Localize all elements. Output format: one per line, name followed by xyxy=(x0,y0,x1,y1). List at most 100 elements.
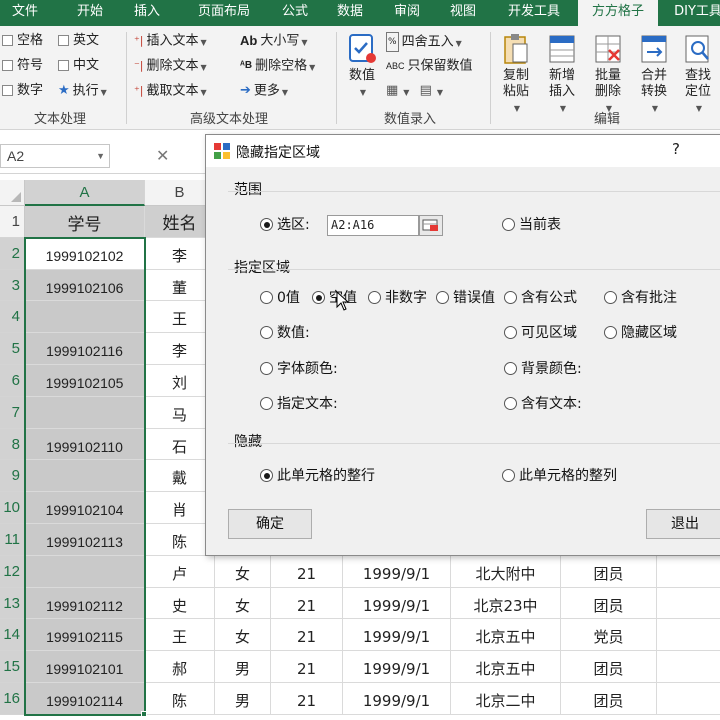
tab-fangfang[interactable]: 方方格子 xyxy=(578,0,658,26)
table-cell[interactable] xyxy=(657,683,720,715)
table-cell[interactable]: 北京五中 xyxy=(451,651,561,683)
option-symbol[interactable]: 符号 xyxy=(2,57,43,75)
radio-area-option[interactable]: 背景颜色: xyxy=(504,360,582,378)
radio-whole-row[interactable]: 此单元格的整行 xyxy=(260,467,375,485)
radio-area-option[interactable]: 数值: xyxy=(260,324,310,342)
row-header[interactable]: 7 xyxy=(0,396,25,429)
keep-value-button[interactable]: ABC 只保留数值 xyxy=(386,57,473,76)
table-cell[interactable]: 郝 xyxy=(145,651,215,683)
table-cell[interactable]: 1999102110 xyxy=(25,428,145,461)
radio-selection[interactable]: 选区: xyxy=(260,216,310,234)
table-cell[interactable]: 1999102105 xyxy=(25,365,145,397)
row-header[interactable]: 11 xyxy=(0,524,25,556)
numeric-tools-dropdown[interactable]: ▦ ▼ ▤ ▼ xyxy=(386,82,443,102)
table-cell[interactable]: 1999102114 xyxy=(25,683,145,715)
row-header[interactable]: 16 xyxy=(0,683,25,715)
chevron-down-icon[interactable]: ▼ xyxy=(96,145,105,167)
table-cell[interactable] xyxy=(657,556,720,588)
radio-area-option[interactable]: 指定文本: xyxy=(260,395,338,413)
table-cell[interactable]: 1999/9/1 xyxy=(343,619,451,652)
table-cell[interactable]: 团员 xyxy=(561,555,657,588)
row-header[interactable]: 13 xyxy=(0,587,25,620)
exit-button[interactable]: 退出 xyxy=(646,509,720,539)
row-header[interactable]: 5 xyxy=(0,333,25,365)
table-cell[interactable]: 女 xyxy=(215,555,271,588)
tab-home[interactable]: 开始 xyxy=(62,0,118,26)
table-cell[interactable]: 团员 xyxy=(561,587,657,620)
radio-area-option[interactable]: 空值 xyxy=(312,289,357,307)
table-cell[interactable]: 男 xyxy=(215,683,271,715)
radio-area-option[interactable]: 错误值 xyxy=(436,289,495,307)
tab-formulas[interactable]: 公式 xyxy=(270,0,320,26)
help-button[interactable]: ? xyxy=(672,140,680,158)
table-cell[interactable]: 团员 xyxy=(561,651,657,683)
dialog-title-bar[interactable]: 隐藏指定区域 ? xyxy=(206,135,720,167)
more-button[interactable]: ➔ 更多 ▼ xyxy=(240,82,288,102)
option-number[interactable]: 数字 xyxy=(2,82,43,100)
table-cell[interactable]: 1999102115 xyxy=(25,619,145,652)
tab-developer[interactable]: 开发工具 xyxy=(500,0,568,26)
table-cell[interactable]: 1999/9/1 xyxy=(343,555,451,588)
radio-area-option[interactable]: 可见区域 xyxy=(504,324,577,342)
round-button[interactable]: % 四舍五入 ▼ xyxy=(386,32,462,53)
copy-paste-button[interactable]: 复制粘贴▼ xyxy=(494,32,538,117)
table-cell[interactable]: 北京五中 xyxy=(451,619,561,652)
table-cell[interactable] xyxy=(25,460,145,493)
table-cell[interactable]: 1999102106 xyxy=(25,269,145,302)
merge-convert-button[interactable]: 合并转换▼ xyxy=(632,32,676,117)
option-chinese[interactable]: 中文 xyxy=(58,57,99,75)
table-cell[interactable]: 陈 xyxy=(145,683,215,715)
range-picker-button[interactable] xyxy=(419,215,443,236)
row-header[interactable]: 9 xyxy=(0,460,25,493)
tab-review[interactable]: 审阅 xyxy=(382,0,432,26)
table-cell[interactable]: 卢 xyxy=(145,555,215,588)
cancel-formula-icon[interactable]: ✕ xyxy=(156,146,169,165)
table-cell[interactable] xyxy=(657,651,720,683)
table-cell[interactable]: 王 xyxy=(145,619,215,652)
row-header[interactable]: 10 xyxy=(0,492,25,524)
table-cell[interactable]: 团员 xyxy=(561,683,657,715)
case-button[interactable]: Ab 大小写 ▼ xyxy=(240,32,308,52)
tab-diy-tools[interactable]: DIY工具 xyxy=(668,0,720,26)
tab-page-layout[interactable]: 页面布局 xyxy=(184,0,264,26)
radio-area-option[interactable]: 字体颜色: xyxy=(260,360,338,378)
tab-insert[interactable]: 插入 xyxy=(122,0,172,26)
table-cell[interactable]: 党员 xyxy=(561,619,657,652)
radio-whole-column[interactable]: 此单元格的整列 xyxy=(502,467,617,485)
radio-area-option[interactable]: 含有公式 xyxy=(504,289,577,307)
delete-text-button[interactable]: ⁻| 删除文本 ▼ xyxy=(134,57,207,77)
tab-file[interactable]: 文件 xyxy=(0,0,50,26)
remove-spaces-button[interactable]: ᴬB 删除空格 ▼ xyxy=(240,57,315,77)
fill-handle[interactable] xyxy=(141,710,147,717)
table-cell[interactable]: 21 xyxy=(271,587,343,620)
batch-delete-button[interactable]: 批量删除▼ xyxy=(586,32,630,117)
radio-area-option[interactable]: 含有批注 xyxy=(604,289,677,307)
table-cell[interactable]: 北京二中 xyxy=(451,683,561,715)
table-cell[interactable]: 女 xyxy=(215,619,271,652)
column-header-a[interactable]: A xyxy=(25,180,145,206)
radio-current-sheet[interactable]: 当前表 xyxy=(502,216,561,234)
insert-text-button[interactable]: ⁺| 插入文本 ▼ xyxy=(134,32,207,52)
header-cell[interactable]: 学号 xyxy=(25,206,145,238)
tab-data[interactable]: 数据 xyxy=(325,0,375,26)
table-cell[interactable]: 21 xyxy=(271,619,343,652)
option-english[interactable]: 英文 xyxy=(58,32,99,50)
row-header[interactable]: 6 xyxy=(0,365,25,397)
row-header[interactable]: 14 xyxy=(0,619,25,652)
execute-button[interactable]: ★ 执行 ▼ xyxy=(58,82,107,102)
table-cell[interactable]: 21 xyxy=(271,651,343,683)
table-cell[interactable]: 1999102104 xyxy=(25,492,145,524)
row-header[interactable]: 1 xyxy=(0,206,25,238)
table-cell[interactable]: 1999/9/1 xyxy=(343,651,451,683)
table-cell[interactable]: 史 xyxy=(145,587,215,620)
radio-area-option[interactable]: 0值 xyxy=(260,289,300,307)
table-cell[interactable]: 北大附中 xyxy=(451,555,561,588)
tab-view[interactable]: 视图 xyxy=(438,0,488,26)
row-header[interactable]: 2 xyxy=(0,237,25,270)
add-insert-button[interactable]: 新增插入▼ xyxy=(540,32,584,117)
row-header[interactable]: 12 xyxy=(0,555,25,588)
table-cell[interactable]: 1999102112 xyxy=(25,587,145,620)
value-button[interactable]: 数值 ▼ xyxy=(344,32,380,101)
radio-area-option[interactable]: 隐藏区域 xyxy=(604,324,677,342)
row-header[interactable]: 15 xyxy=(0,651,25,683)
